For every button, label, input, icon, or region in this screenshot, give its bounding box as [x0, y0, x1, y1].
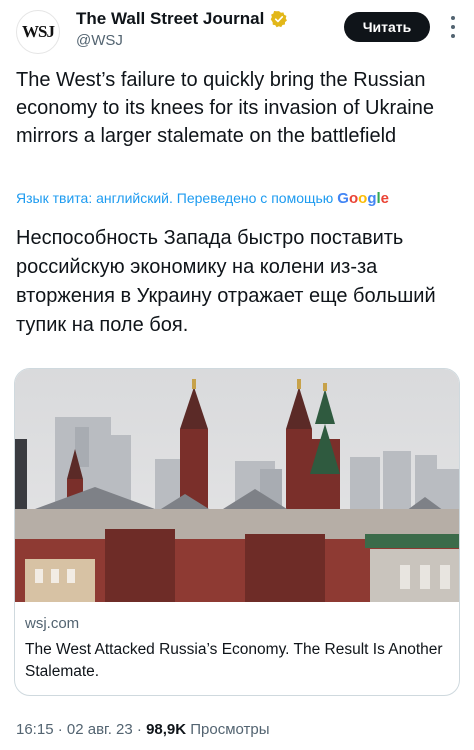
tweet-text: The West’s failure to quickly bring the …	[16, 69, 434, 147]
card-title: The West Attacked Russia’s Economy. The …	[25, 641, 443, 680]
translated-text: Неспособность Запада быстро поставить ро…	[16, 227, 436, 336]
author-display-name[interactable]: The Wall Street Journal	[76, 9, 264, 29]
tweet-date[interactable]: 02 авг. 23	[67, 721, 133, 738]
views-label[interactable]: Просмотры	[190, 721, 269, 738]
meta-separator: ·	[57, 721, 63, 738]
read-button[interactable]: Читать	[344, 12, 430, 42]
author-handle[interactable]: @WSJ	[76, 32, 123, 49]
link-card[interactable]: wsj.com The West Attacked Russia’s Econo…	[14, 368, 460, 696]
translation-note-text: Язык твита: английский. Переведено с пом…	[16, 190, 334, 206]
views-count: 98,9K	[146, 721, 187, 738]
tweet-time[interactable]: 16:15	[16, 721, 54, 738]
card-domain: wsj.com	[25, 615, 80, 632]
card-image[interactable]	[15, 369, 460, 602]
avatar[interactable]: WSJ	[16, 10, 60, 54]
verified-badge-icon	[271, 11, 288, 28]
meta-separator: ·	[136, 721, 142, 738]
google-logo-icon: Google	[337, 190, 389, 207]
more-options-icon[interactable]	[448, 16, 458, 38]
tweet-header: WSJ The Wall Street Journal @WSJ Читать	[0, 0, 474, 60]
wsj-logo: WSJ	[22, 22, 55, 41]
tweet-meta: 16:15 · 02 авг. 23 · 98,9K Просмотры	[16, 721, 270, 738]
author-name-row: The Wall Street Journal	[76, 9, 288, 29]
translation-note[interactable]: Язык твита: английский. Переведено с пом…	[16, 190, 389, 207]
